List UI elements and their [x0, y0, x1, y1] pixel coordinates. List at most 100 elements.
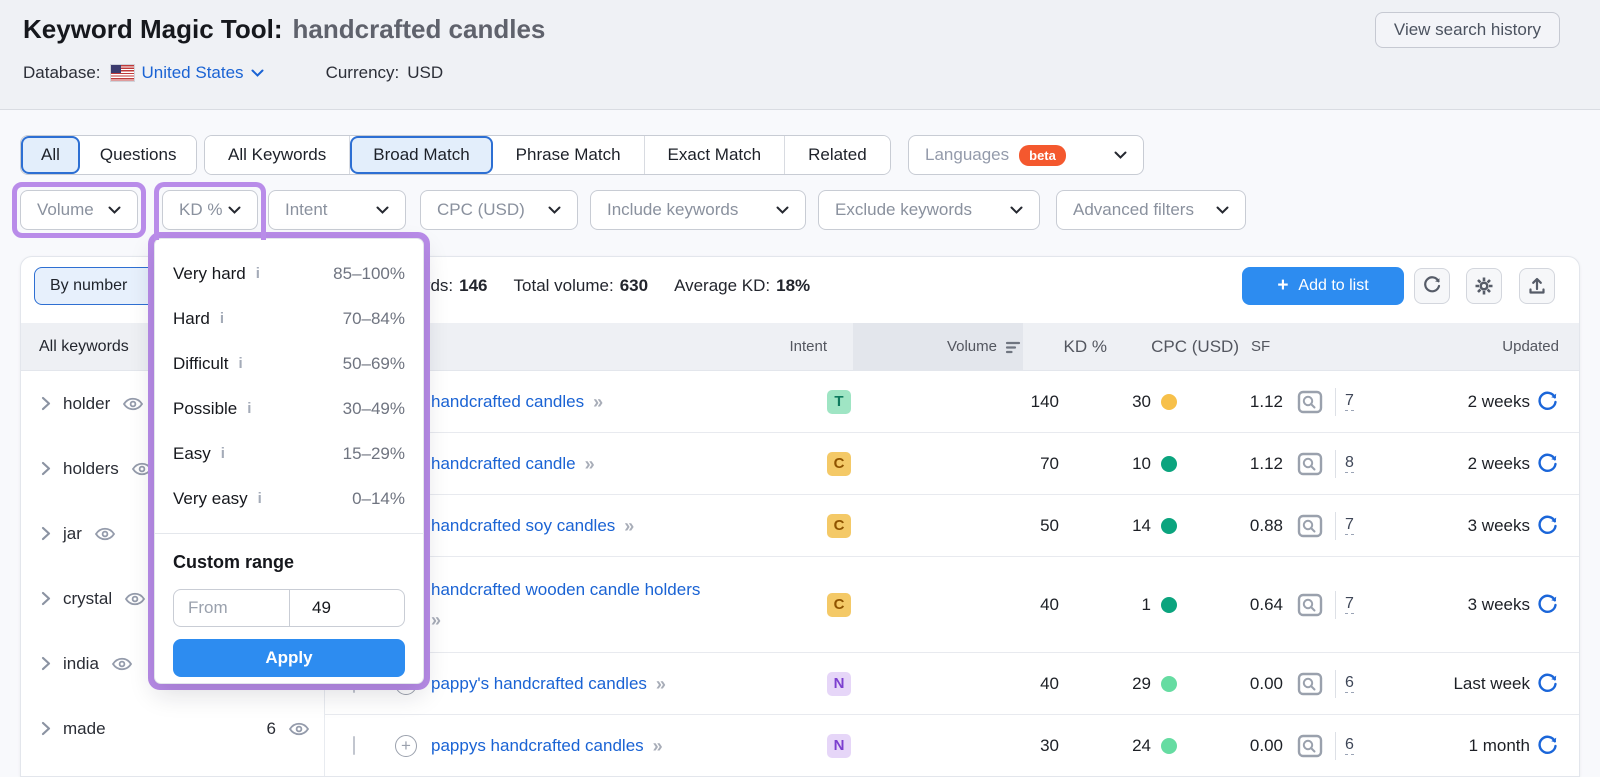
info-icon[interactable]: i	[220, 310, 224, 327]
keyword-link[interactable]: handcrafted candles	[431, 387, 584, 417]
keyword-link[interactable]: handcrafted candle	[431, 449, 576, 479]
export-button[interactable]	[1519, 268, 1555, 304]
refresh-icon[interactable]	[1537, 673, 1559, 695]
column-sf[interactable]: SF	[1251, 338, 1270, 355]
expand-keyword-icon[interactable]: »	[431, 605, 827, 635]
serp-preview-button[interactable]	[1295, 389, 1325, 415]
serp-preview-button[interactable]	[1295, 451, 1325, 477]
languages-dropdown[interactable]: Languages beta	[908, 135, 1144, 175]
eye-icon[interactable]	[124, 591, 146, 607]
divider	[1335, 512, 1336, 540]
kd-range-option[interactable]: Easy i 15–29%	[173, 431, 405, 476]
serp-preview-button[interactable]	[1295, 513, 1325, 539]
add-to-list-button[interactable]: + Add to list	[1242, 267, 1404, 305]
tab[interactable]: All	[21, 136, 80, 174]
filter-volume[interactable]: Volume	[20, 190, 138, 230]
expand-keyword-icon[interactable]: »	[656, 669, 666, 699]
refresh-button[interactable]	[1414, 268, 1450, 304]
kd-dot	[1161, 676, 1177, 692]
kd-range-option[interactable]: Very easy i 0–14%	[173, 476, 405, 521]
eye-icon[interactable]	[122, 396, 144, 412]
chevron-right-icon	[41, 526, 51, 541]
refresh-icon[interactable]	[1537, 515, 1559, 537]
table-header-row: Keyword Intent Volume KD % CPC (USD) SF …	[325, 323, 1580, 371]
row-checkbox[interactable]	[353, 736, 355, 755]
refresh-icon[interactable]	[1537, 735, 1559, 757]
sidebar-group-item[interactable]: made 6	[21, 696, 324, 761]
info-icon[interactable]: i	[238, 355, 242, 372]
apply-button[interactable]: Apply	[173, 639, 405, 677]
updated-value: 2 weeks	[1468, 454, 1530, 474]
database-selector[interactable]: United States	[142, 63, 264, 83]
expand-keyword-icon[interactable]: »	[624, 511, 634, 541]
tab[interactable]: Exact Match	[645, 136, 786, 174]
filter-dropdown[interactable]: CPC (USD)	[420, 190, 578, 230]
serp-preview-button[interactable]	[1295, 733, 1325, 759]
kd-to-input[interactable]	[289, 590, 404, 626]
filter-kd[interactable]: KD %	[162, 190, 258, 230]
settings-button[interactable]	[1466, 268, 1502, 304]
kd-range-option[interactable]: Hard i 70–84%	[173, 296, 405, 341]
serp-preview-button[interactable]	[1295, 592, 1325, 618]
cpc-value: 0.00	[1177, 674, 1283, 694]
column-kd[interactable]: KD %	[1015, 337, 1107, 357]
keyword-link[interactable]: pappy's handcrafted candles	[431, 669, 647, 699]
info-icon[interactable]: i	[258, 490, 262, 507]
column-intent[interactable]: Intent	[789, 338, 827, 355]
column-volume-sorted[interactable]: Volume	[853, 323, 1023, 371]
refresh-icon[interactable]	[1537, 594, 1559, 616]
intent-badge: C	[827, 593, 851, 617]
keyword-link[interactable]: pappys handcrafted candles	[431, 731, 644, 761]
add-keyword-icon[interactable]: +	[395, 735, 417, 757]
cpc-value: 0.64	[1177, 595, 1283, 615]
filter-dropdown[interactable]: Advanced filters	[1056, 190, 1246, 230]
filter-dropdown[interactable]: Include keywords	[590, 190, 806, 230]
eye-icon[interactable]	[94, 526, 116, 542]
tab[interactable]: Related	[785, 136, 890, 174]
tab-group-question-filter: AllQuestions	[20, 135, 197, 175]
serp-features-count[interactable]: 6	[1345, 736, 1354, 755]
eye-icon[interactable]	[111, 656, 133, 672]
expand-keyword-icon[interactable]: »	[653, 731, 663, 761]
serp-preview-button[interactable]	[1295, 671, 1325, 697]
refresh-icon[interactable]	[1537, 391, 1559, 413]
column-updated[interactable]: Updated	[1305, 338, 1559, 355]
info-icon[interactable]: i	[247, 400, 251, 417]
keyword-link[interactable]: handcrafted wooden candle holders	[431, 575, 700, 605]
serp-features-count[interactable]: 7	[1345, 595, 1354, 614]
kd-from-input[interactable]	[174, 590, 289, 626]
us-flag-icon	[111, 65, 134, 81]
divider	[1335, 388, 1336, 416]
eye-icon[interactable]	[288, 721, 310, 737]
column-cpc[interactable]: CPC (USD)	[1133, 337, 1239, 357]
kd-range-label: Hard	[173, 309, 210, 329]
kd-range-option[interactable]: Very hard i 85–100%	[173, 251, 405, 296]
refresh-icon[interactable]	[1537, 453, 1559, 475]
filter-dropdown[interactable]: Exclude keywords	[818, 190, 1040, 230]
kd-dot	[1161, 394, 1177, 410]
tab[interactable]: Broad Match	[350, 136, 492, 174]
serp-features-count[interactable]: 7	[1345, 392, 1354, 411]
view-search-history-button[interactable]: View search history	[1375, 12, 1560, 48]
filter-dropdown[interactable]: Intent	[268, 190, 406, 230]
tab[interactable]: Questions	[80, 136, 197, 174]
serp-features-count[interactable]: 6	[1345, 674, 1354, 693]
expand-keyword-icon[interactable]: »	[585, 449, 595, 479]
kd-range-option[interactable]: Difficult i 50–69%	[173, 341, 405, 386]
tab[interactable]: All Keywords	[205, 136, 350, 174]
group-label: india	[63, 654, 99, 674]
beta-badge: beta	[1019, 145, 1066, 166]
info-icon[interactable]: i	[221, 445, 225, 462]
serp-features-count[interactable]: 8	[1345, 454, 1354, 473]
cpc-value: 0.88	[1177, 516, 1283, 536]
expand-keyword-icon[interactable]: »	[593, 387, 603, 417]
kd-range-value: 85–100%	[333, 264, 405, 284]
kd-range-option[interactable]: Possible i 30–49%	[173, 386, 405, 431]
tab[interactable]: Phrase Match	[493, 136, 645, 174]
keyword-row: + handcrafted wooden candle holders » C …	[325, 557, 1580, 653]
info-icon[interactable]: i	[256, 265, 260, 282]
keyword-link[interactable]: handcrafted soy candles	[431, 511, 615, 541]
stat-value: 630	[620, 276, 648, 295]
serp-features-count[interactable]: 7	[1345, 516, 1354, 535]
chevron-down-icon	[1216, 206, 1229, 215]
